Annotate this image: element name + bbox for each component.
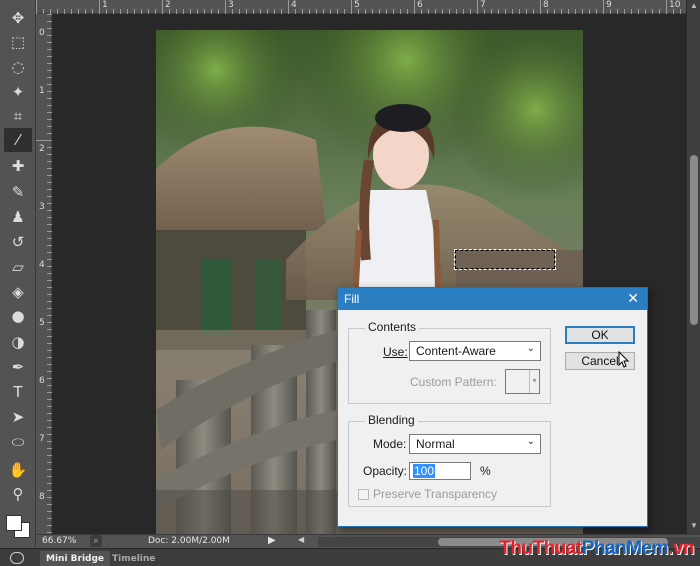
- zoom-level[interactable]: 66.67%: [42, 536, 76, 546]
- ruler-top-number: 2: [165, 0, 171, 10]
- pattern-dropdown-icon: ▾: [529, 370, 539, 393]
- ruler-tick: [414, 0, 415, 14]
- chevron-down-icon: ⌄: [526, 436, 535, 447]
- ruler-top-number: 10: [669, 0, 681, 10]
- ruler-top-number: 4: [291, 0, 297, 10]
- ruler-left-number: 3: [39, 202, 45, 212]
- vertical-scrollbar[interactable]: ▲ ▼: [686, 0, 700, 534]
- ruler-top-number: 5: [354, 0, 360, 10]
- blur-icon[interactable]: ●: [4, 304, 32, 328]
- clone-stamp-icon[interactable]: ♟: [4, 205, 32, 229]
- paint-bucket-icon[interactable]: ◈: [4, 280, 32, 304]
- ruler-left-number: 1: [39, 86, 45, 96]
- ruler-left-number: 0: [39, 28, 45, 38]
- quick-mask-icon[interactable]: [10, 552, 24, 564]
- doc-size: Doc: 2.00M/2.00M: [148, 536, 230, 546]
- opacity-input[interactable]: 100: [409, 462, 471, 480]
- tab-timeline[interactable]: Timeline: [106, 551, 161, 566]
- chevron-down-icon: ⌄: [526, 343, 535, 354]
- ruler-tick: [225, 0, 226, 14]
- eraser-icon[interactable]: ▱: [4, 255, 32, 279]
- crop-icon[interactable]: ⌗: [4, 104, 32, 128]
- scroll-up-icon[interactable]: ▲: [687, 0, 700, 12]
- scroll-left-icon[interactable]: ◀: [298, 535, 304, 544]
- preserve-transparency-checkbox[interactable]: [358, 489, 369, 500]
- pen-icon[interactable]: ✒: [4, 355, 32, 379]
- ruler-tick: [351, 0, 352, 14]
- status-menu-arrow-icon[interactable]: ▶: [268, 535, 276, 546]
- ruler-tick: [603, 0, 604, 14]
- ruler-left-number: 6: [39, 376, 45, 386]
- opacity-value: 100: [413, 464, 436, 478]
- ruler-top-number: 3: [228, 0, 234, 10]
- tools-panel: ✥ ⬚ ◌ ✦ ⌗ ⁄ ✚ ✎ ♟ ↺ ▱ ◈ ● ◑ ✒ T ➤ ⬭ ✋ ⚲: [0, 0, 36, 548]
- ruler-left-number: 7: [39, 434, 45, 444]
- dodge-icon[interactable]: ◑: [4, 330, 32, 354]
- ruler-tick: [288, 0, 289, 14]
- ruler-tick: [540, 0, 541, 14]
- mode-label: Mode:: [373, 437, 407, 451]
- ruler-left-number: 4: [39, 260, 45, 270]
- ruler-tick: [36, 140, 52, 141]
- dialog-title: Fill: [344, 292, 360, 306]
- ellipse-icon[interactable]: ⬭: [4, 430, 32, 454]
- use-label: Use:: [383, 345, 408, 359]
- watermark-part3: .vn: [668, 538, 694, 559]
- use-select-value: Content-Aware: [416, 344, 496, 358]
- scroll-down-icon[interactable]: ▼: [687, 520, 700, 532]
- watermark-part1: ThuThuat: [499, 538, 582, 559]
- ruler-tick: [666, 0, 667, 14]
- custom-pattern-label: Custom Pattern:: [410, 375, 497, 389]
- move-tool-icon[interactable]: ✥: [4, 6, 32, 30]
- custom-pattern-picker: ▾: [505, 369, 540, 394]
- watermark-part2: PhanMem: [581, 538, 669, 559]
- mouse-cursor-icon: [618, 351, 630, 368]
- photoshop-window: ✥ ⬚ ◌ ✦ ⌗ ⁄ ✚ ✎ ♟ ↺ ▱ ◈ ● ◑ ✒ T ➤ ⬭ ✋ ⚲ 1 2 3 4 5 6 7 8 9 10 0 1 2 3 4 5 6…: [0, 0, 700, 566]
- ruler-left-number: 8: [39, 492, 45, 502]
- site-watermark: ThuThuatPhanMem.vn: [499, 538, 694, 560]
- status-info-icon[interactable]: ⌕: [90, 535, 102, 547]
- lasso-icon[interactable]: ◌: [4, 55, 32, 79]
- use-select[interactable]: Content-Aware ⌄: [409, 341, 541, 361]
- ruler-top-number: 7: [480, 0, 486, 10]
- ruler-top-number: 6: [417, 0, 423, 10]
- eyedropper-icon[interactable]: ⁄: [4, 128, 32, 152]
- tab-mini-bridge[interactable]: Mini Bridge: [40, 551, 111, 566]
- ruler-left: 0 1 2 3 4 5 6 7 8: [36, 14, 52, 534]
- rectangular-marquee-icon[interactable]: ⬚: [4, 30, 32, 54]
- ruler-top: 1 2 3 4 5 6 7 8 9 10: [36, 0, 686, 14]
- mode-select[interactable]: Normal ⌄: [409, 434, 541, 454]
- magic-wand-icon[interactable]: ✦: [4, 80, 32, 104]
- ruler-tick: [477, 0, 478, 14]
- ruler-tick: [99, 0, 100, 14]
- ruler-left-number: 5: [39, 318, 45, 328]
- ok-button[interactable]: OK: [565, 326, 635, 344]
- foreground-color-swatch[interactable]: [6, 515, 22, 531]
- hand-icon[interactable]: ✋: [4, 458, 32, 482]
- history-brush-icon[interactable]: ↺: [4, 230, 32, 254]
- vertical-scroll-thumb[interactable]: [690, 155, 698, 325]
- ruler-top-number: 9: [606, 0, 612, 10]
- ruler-left-number: 2: [39, 144, 45, 154]
- dialog-titlebar[interactable]: Fill ✕: [338, 288, 647, 310]
- ruler-top-number: 1: [102, 0, 108, 10]
- fill-dialog: Fill ✕ Contents Use: Content-Aware ⌄ Cus…: [337, 287, 648, 527]
- opacity-unit: %: [480, 464, 491, 478]
- path-selection-icon[interactable]: ➤: [4, 405, 32, 429]
- mode-select-value: Normal: [416, 437, 455, 451]
- preserve-transparency-label: Preserve Transparency: [373, 487, 498, 501]
- healing-brush-icon[interactable]: ✚: [4, 154, 32, 178]
- brush-icon[interactable]: ✎: [4, 180, 32, 204]
- zoom-icon[interactable]: ⚲: [4, 482, 32, 506]
- type-icon[interactable]: T: [4, 380, 32, 404]
- ruler-tick: [162, 0, 163, 14]
- close-icon[interactable]: ✕: [627, 290, 639, 307]
- contents-group-title: Contents: [365, 320, 420, 334]
- ruler-top-number: 8: [543, 0, 549, 10]
- blending-group-title: Blending: [365, 413, 418, 427]
- selection-marquee: [454, 249, 556, 270]
- ruler-tick: [36, 0, 37, 14]
- opacity-label: Opacity:: [363, 464, 408, 478]
